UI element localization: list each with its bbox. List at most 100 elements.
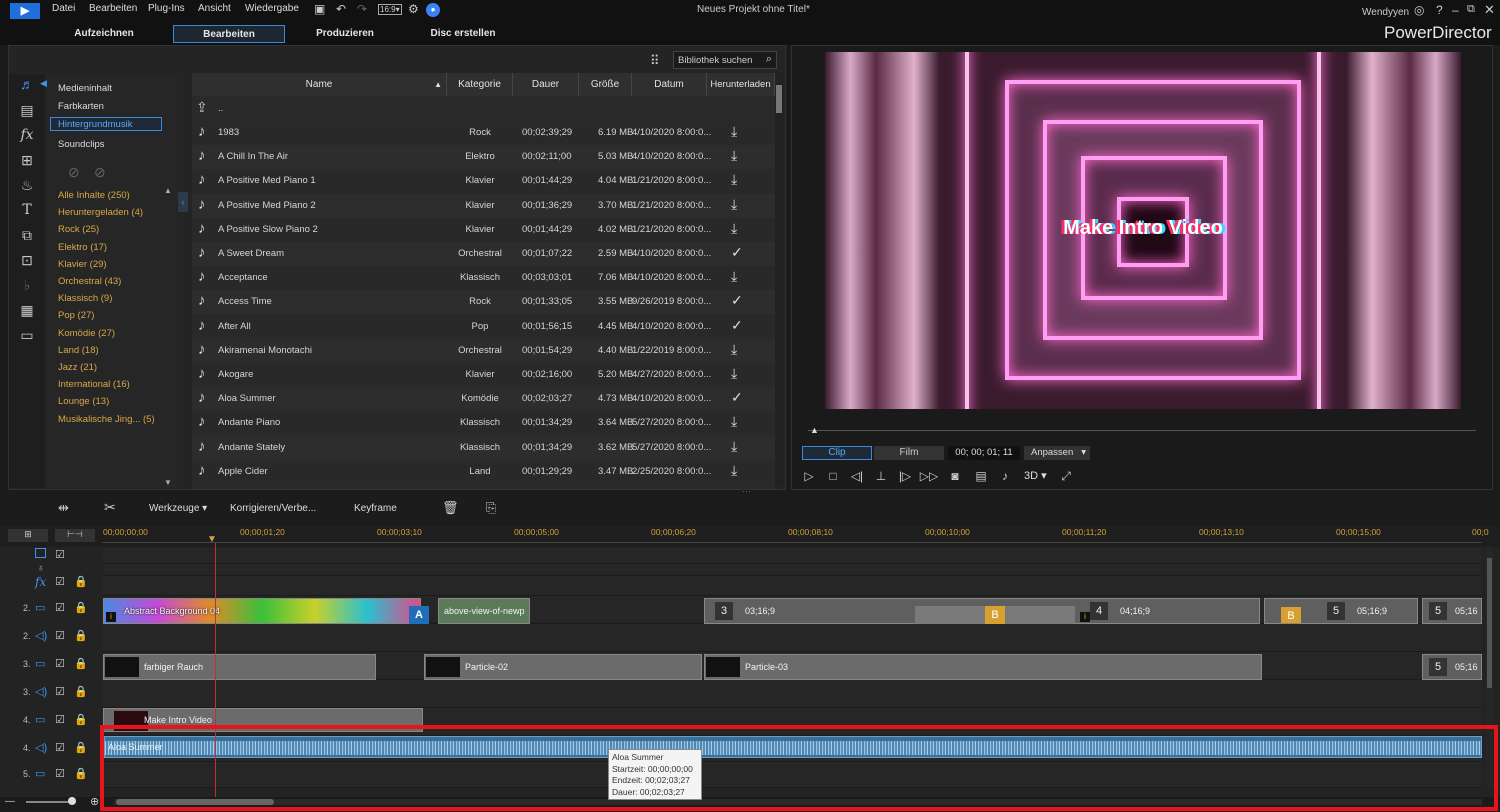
content-soundclips[interactable]: Soundclips <box>58 139 104 150</box>
download-icon[interactable]: ⤓ <box>731 341 737 358</box>
header-kategorie[interactable]: Kategorie <box>447 73 513 96</box>
table-row[interactable]: ♪ Aloa Summer Komödie 00;02;03;27 4.73 MB 4/1… <box>192 387 775 412</box>
download-icon[interactable]: ⤓ <box>731 438 737 455</box>
download-icon[interactable]: ⤓ <box>731 268 737 285</box>
previous-frame-button[interactable]: ◁| <box>849 468 865 484</box>
collapse-panel-button[interactable]: ‹ <box>178 192 188 212</box>
menu-ansicht[interactable]: Ansicht <box>198 3 231 14</box>
tab-aufzeichnen[interactable]: Aufzeichnen <box>60 25 148 43</box>
menu-plugins[interactable]: Plug-Ins <box>148 3 185 14</box>
table-scroll-thumb[interactable] <box>776 85 782 113</box>
track-lock-icon[interactable]: 🔒 <box>74 713 88 726</box>
table-row[interactable]: ♪ After All Pop 00;01;56;15 4.45 MB 4/10/2020… <box>192 314 775 339</box>
transition-b-icon[interactable]: B <box>915 606 1075 624</box>
clip-above-view[interactable]: above-view-of-newp <box>438 598 530 624</box>
header-name[interactable]: Name ▲ <box>192 73 447 96</box>
category-item[interactable]: Orchestral (43) <box>58 276 121 287</box>
notification-icon[interactable]: ● <box>426 3 440 17</box>
split-scissors-icon[interactable]: ✂ <box>104 499 116 516</box>
download-icon[interactable]: ⤓ <box>731 123 737 140</box>
tab-bearbeiten[interactable]: Bearbeiten <box>173 25 285 43</box>
table-row[interactable]: ♪ A Chill In The Air Elektro 00;02;11;00 5.0… <box>192 145 775 170</box>
category-item[interactable]: Jazz (21) <box>58 362 97 373</box>
content-farbkarten[interactable]: Farbkarten <box>58 101 104 112</box>
track-enable-checkbox[interactable]: ☑ <box>55 629 65 642</box>
track-lock-icon[interactable]: 🔒 <box>74 601 88 614</box>
timeline-vscroll-thumb[interactable] <box>1487 558 1492 688</box>
grid-view-icon[interactable]: ⠿ <box>650 53 660 69</box>
category-scroll-up-icon[interactable]: ▲ <box>164 186 172 195</box>
category-item[interactable]: Klavier (29) <box>58 259 107 270</box>
close-icon[interactable]: ✕ <box>1484 2 1495 18</box>
table-row[interactable]: ♪ Andante Stately Klassisch 00;01;34;29 3.62… <box>192 435 775 460</box>
clip-particle-02[interactable]: Particle-02 <box>424 654 702 680</box>
download-icon[interactable]: ⤓ <box>731 413 737 430</box>
table-row[interactable]: ♪ A Positive Med Piano 2 Klavier 00;01;36;2… <box>192 193 775 218</box>
category-item[interactable]: Musikalische Jing... (5) <box>58 414 155 425</box>
voice-over-icon[interactable]: ♭ <box>18 276 36 294</box>
table-row[interactable]: ♪ Acceptance Klassisch 00;03;03;01 7.06 MB 4/… <box>192 266 775 291</box>
tab-film[interactable]: Film <box>874 446 944 460</box>
table-row[interactable]: ♪ Apple Cider Land 00;01;29;29 3.47 MB 2/25/2… <box>192 459 775 484</box>
particle-room-icon[interactable]: ♨ <box>18 176 36 194</box>
category-item[interactable]: Lounge (13) <box>58 396 109 407</box>
storyboard-view-button[interactable]: ⊞ <box>8 529 48 542</box>
category-item[interactable]: Heruntergeladen (4) <box>58 207 143 218</box>
category-item[interactable]: Rock (25) <box>58 224 99 235</box>
track-lock-icon[interactable]: 🔒 <box>74 657 88 670</box>
keyframe-button[interactable]: Keyframe <box>354 503 397 514</box>
preview-seek-bar[interactable] <box>808 430 1476 431</box>
tools-menu[interactable]: Werkzeuge ▾ <box>149 503 207 514</box>
header-herunterladen[interactable]: Herunterladen <box>707 73 775 96</box>
category-item[interactable]: Alle Inhalte (250) <box>58 190 130 201</box>
table-row[interactable]: ♪ 1983 Rock 00;02;39;29 6.19 MB 4/10/2020 8:0… <box>192 121 775 145</box>
table-row[interactable]: ♪ Akogare Klavier 00;02;16;00 5.20 MB 4/27/20… <box>192 363 775 387</box>
subtitle-icon[interactable]: ▤ <box>973 468 989 484</box>
aspect-ratio-icon[interactable]: 16:9▾ <box>378 4 402 15</box>
header-datum[interactable]: Datum <box>632 73 707 96</box>
table-row[interactable]: ♪ Andante Piano Klassisch 00;01;34;29 3.64 M… <box>192 411 775 436</box>
library-search[interactable]: Bibliothek suchen ⌕ <box>673 51 777 69</box>
next-frame-button[interactable]: |▷ <box>897 468 913 484</box>
fx-room-icon[interactable]: fx <box>18 126 36 144</box>
download-icon[interactable]: ⤓ <box>731 220 737 237</box>
menu-datei[interactable]: Datei <box>52 3 75 14</box>
zoom-slider-thumb[interactable] <box>68 797 76 805</box>
tab-produzieren[interactable]: Produzieren <box>300 25 390 43</box>
download-icon[interactable]: ⤓ <box>731 365 737 382</box>
clip-particle-03[interactable]: Particle-03 <box>704 654 1262 680</box>
remove-tag-icon[interactable]: ⊘ <box>94 164 106 181</box>
table-row[interactable]: ♪ Akiramenai Monotachi Orchestral 00;01;54;… <box>192 338 775 363</box>
table-row[interactable]: ♪ A Positive Med Piano 1 Klavier 00;01;44;2… <box>192 169 775 194</box>
zoom-out-icon[interactable]: — <box>5 796 15 807</box>
chapter-room-icon[interactable]: ▦ <box>18 301 36 319</box>
snapshot-icon[interactable]: ◙ <box>947 468 963 484</box>
clip-title-5[interactable]: 5 05;16;9 B <box>1264 598 1418 624</box>
audio-mixing-room-icon[interactable]: ⊡ <box>18 251 36 269</box>
track-lock-icon[interactable]: 🔒 <box>74 767 88 780</box>
fx-track-lock-icon[interactable]: 🔒 <box>74 575 88 588</box>
track-enable-checkbox[interactable]: ☑ <box>55 713 65 726</box>
category-item[interactable]: Klassisch (9) <box>58 293 112 304</box>
save-icon[interactable]: ▣ <box>314 2 325 16</box>
track-enable-checkbox[interactable]: ☑ <box>55 741 65 754</box>
zoom-in-icon[interactable]: ⊕ <box>90 795 99 808</box>
timecode-display[interactable]: 00; 00; 01; 11 <box>948 446 1020 460</box>
download-icon[interactable]: ⤓ <box>731 171 737 188</box>
add-tag-icon[interactable]: ⊘ <box>68 164 80 181</box>
fast-forward-button[interactable]: ▷▷ <box>920 468 938 484</box>
menu-wiedergabe[interactable]: Wiedergabe <box>245 3 299 14</box>
content-medieninhalt[interactable]: Medieninhalt <box>58 83 112 94</box>
volume-icon[interactable]: ♪ <box>997 468 1013 484</box>
redo-icon[interactable]: ↷ <box>357 2 367 16</box>
menu-bearbeiten[interactable]: Bearbeiten <box>89 3 137 14</box>
category-scroll-down-icon[interactable]: ▼ <box>164 478 172 487</box>
track-lock-icon[interactable]: 🔒 <box>74 741 88 754</box>
download-icon[interactable]: ⤓ <box>731 196 737 213</box>
media-room-icon[interactable]: ♬ <box>18 75 36 93</box>
category-item[interactable]: Land (18) <box>58 345 99 356</box>
split-icon[interactable]: ⊥ <box>873 468 889 484</box>
user-name[interactable]: Wendyyen <box>1362 7 1409 18</box>
template-room-icon[interactable]: ▤ <box>18 101 36 119</box>
track-enable-checkbox[interactable]: ☑ <box>55 657 65 670</box>
